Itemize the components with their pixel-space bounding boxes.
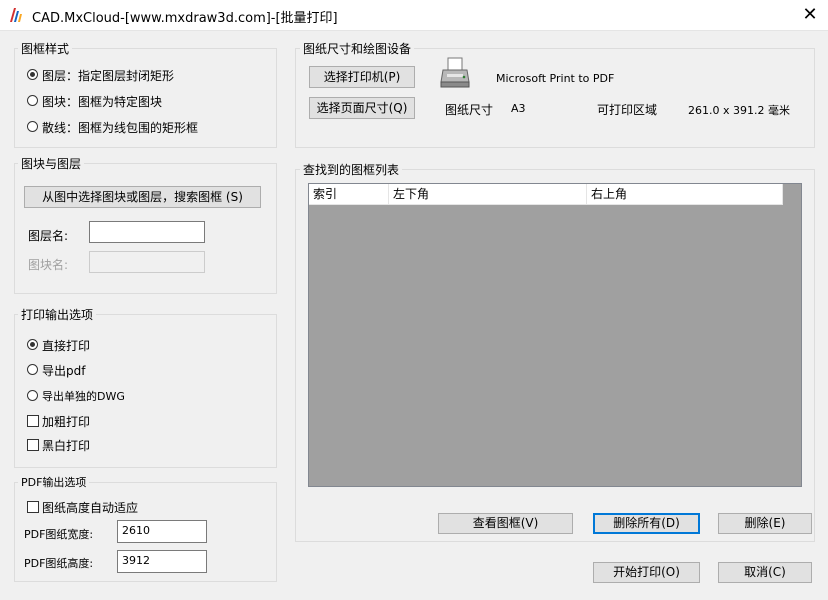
column-lower-left[interactable]: 左下角 [389,184,587,204]
paper-size-value: A3 [511,102,526,115]
app-logo-icon [10,8,22,22]
close-icon[interactable]: ✕ [796,2,824,28]
radio-export-dwg[interactable] [27,390,38,401]
radio-block[interactable] [27,95,38,106]
cancel-label: 取消(C) [744,565,786,579]
frame-list[interactable]: 索引 左下角 右上角 [308,183,802,487]
radio-lines-label[interactable]: 散线：图框为线包围的矩形框 [42,119,198,136]
view-frame-button[interactable]: 查看图框(V) [438,513,573,534]
checkbox-auto-fit-label[interactable]: 图纸高度自动适应 [42,499,138,516]
pdf-height-label: PDF图纸高度: [24,557,94,570]
radio-direct-print[interactable] [27,339,38,350]
frame-list-header: 索引 左下角 右上角 [309,184,783,205]
pdf-width-input[interactable]: 2610 [117,520,207,543]
radio-export-dwg-label[interactable]: 导出单独的DWG [42,388,125,404]
delete-all-button[interactable]: 删除所有(D) [593,513,700,534]
select-page-size-button[interactable]: 选择页面尺寸(Q) [309,97,415,119]
start-print-label: 开始打印(O) [613,565,680,579]
radio-export-pdf[interactable] [27,364,38,375]
select-printer-button[interactable]: 选择打印机(P) [309,66,415,88]
block-name-input [89,251,205,273]
printable-area-value: 261.0 x 391.2 毫米 [688,104,790,117]
checkbox-auto-fit[interactable] [27,501,39,513]
select-printer-label: 选择打印机(P) [323,70,401,84]
paper-size-label: 图纸尺寸 [445,103,494,117]
checkbox-bw-print-label[interactable]: 黑白打印 [42,437,90,454]
view-frame-label: 查看图框(V) [472,516,539,530]
pdf-width-label: PDF图纸宽度: [24,528,94,541]
radio-export-pdf-label[interactable]: 导出pdf [42,362,85,379]
select-block-layer-button[interactable]: 从图中选择图块或图层，搜索图框 (S) [24,186,261,208]
radio-block-label[interactable]: 图块：图框为特定图块 [42,93,162,110]
delete-label: 删除(E) [744,516,786,530]
frame-style-title: 图框样式 [18,40,73,57]
pdf-output-title: PDF输出选项 [18,474,90,490]
checkbox-bold-print[interactable] [27,415,39,427]
start-print-button[interactable]: 开始打印(O) [593,562,700,583]
cancel-button[interactable]: 取消(C) [718,562,812,583]
delete-all-label: 删除所有(D) [613,516,680,530]
radio-layer[interactable] [27,69,38,80]
select-block-layer-label: 从图中选择图块或图层，搜索图框 (S) [42,190,243,204]
radio-layer-label[interactable]: 图层：指定图层封闭矩形 [42,67,174,84]
layer-name-label: 图层名: [28,229,69,243]
block-layer-title: 图块与图层 [18,155,85,172]
printer-name: Microsoft Print to PDF [496,72,615,85]
printable-area-label: 可打印区域 [597,103,658,117]
title-bar: CAD.MxCloud-[www.mxdraw3d.com]-[批量打印] ✕ [0,0,828,31]
delete-button[interactable]: 删除(E) [718,513,812,534]
select-page-size-label: 选择页面尺寸(Q) [316,101,408,115]
print-output-title: 打印输出选项 [18,306,97,323]
radio-direct-print-label[interactable]: 直接打印 [42,337,90,354]
checkbox-bw-print[interactable] [27,439,39,451]
block-name-label: 图块名: [28,258,69,272]
window-title: CAD.MxCloud-[www.mxdraw3d.com]-[批量打印] [32,11,338,26]
checkbox-bold-print-label[interactable]: 加粗打印 [42,413,90,430]
layer-name-input[interactable] [89,221,205,243]
paper-device-title: 图纸尺寸和绘图设备 [300,40,415,57]
printer-icon [440,57,470,88]
frame-list-title: 查找到的图框列表 [300,161,403,178]
pdf-height-input[interactable]: 3912 [117,550,207,573]
column-upper-right[interactable]: 右上角 [587,184,783,204]
radio-lines[interactable] [27,121,38,132]
column-index[interactable]: 索引 [309,184,389,204]
